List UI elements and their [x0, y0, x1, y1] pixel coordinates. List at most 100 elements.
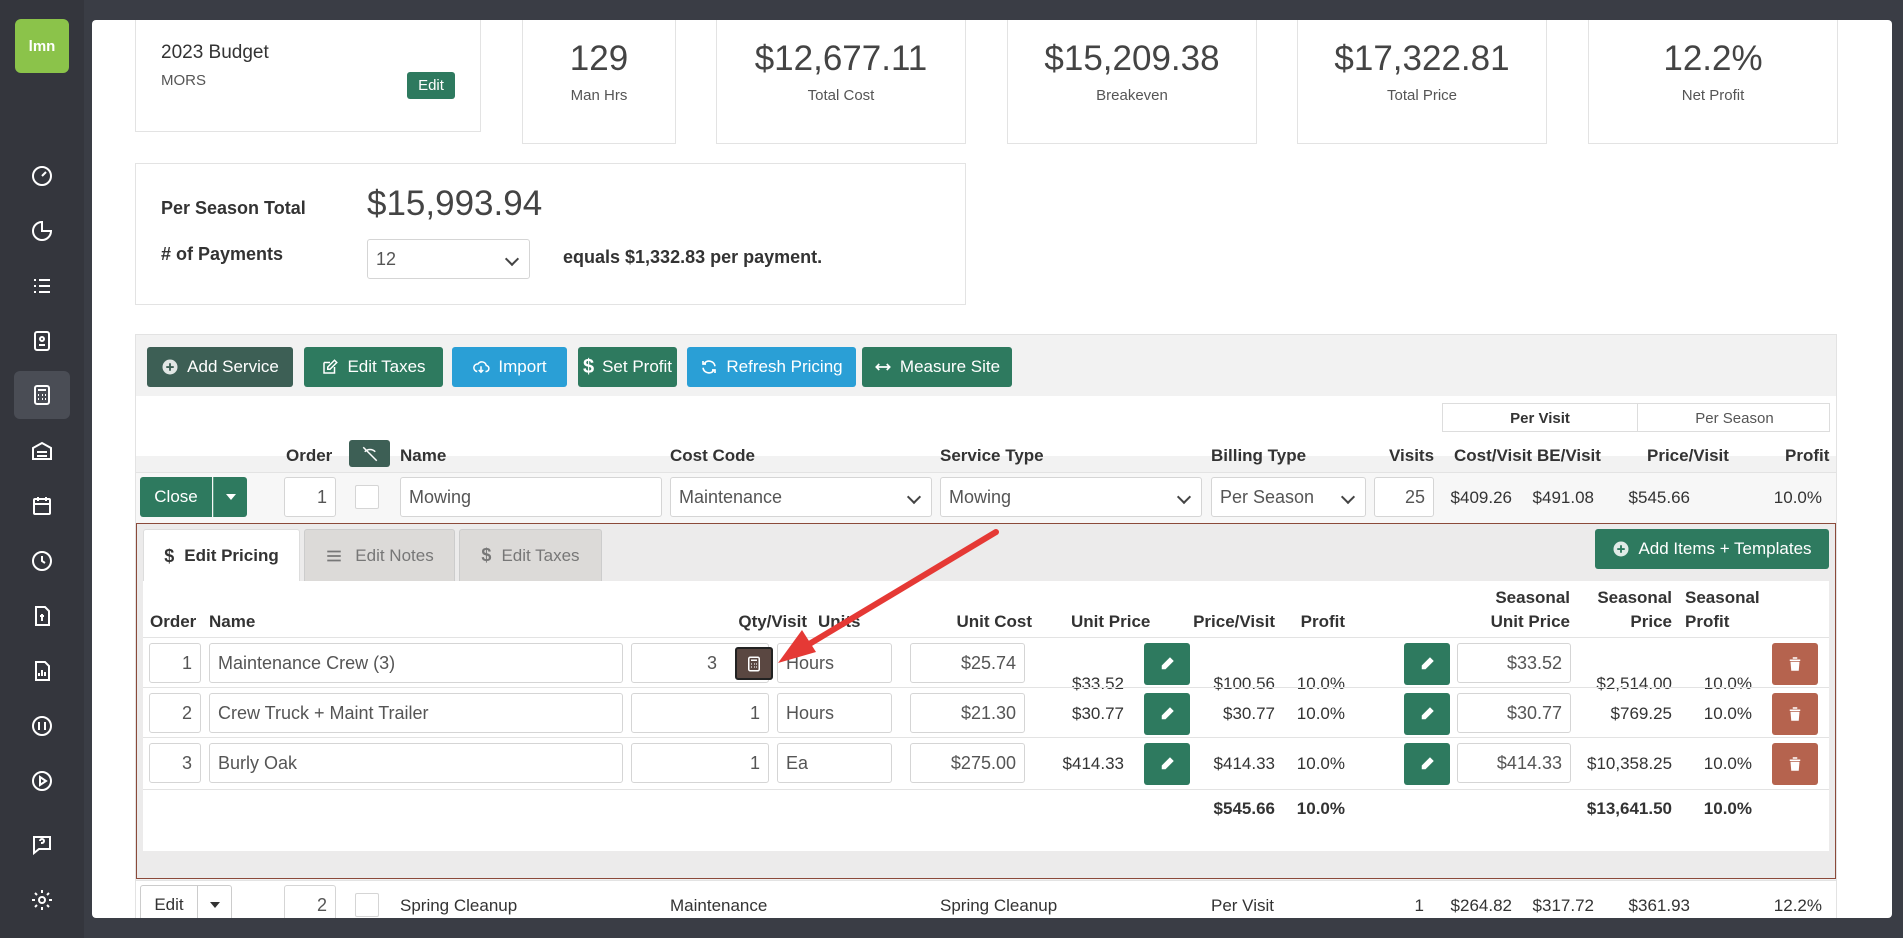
nav-clock-icon[interactable]: [14, 537, 70, 585]
edit-profit-button[interactable]: [1404, 693, 1450, 735]
service-actions-dropdown[interactable]: [198, 885, 232, 918]
trash-icon: [1789, 657, 1801, 671]
calculator-icon: [748, 656, 760, 671]
sidebar: lmn: [0, 0, 84, 938]
item-seasonal-unit-price-input[interactable]: $414.33: [1457, 743, 1571, 783]
view-toggle: Per Visit Per Season: [1442, 403, 1830, 432]
pencil-icon: [1161, 757, 1174, 770]
nav-invoice-icon[interactable]: [14, 592, 70, 640]
nav-list-icon[interactable]: [14, 262, 70, 310]
add-items-templates-button[interactable]: Add Items + Templates: [1595, 529, 1829, 569]
col-be-visit: BE/Visit: [1537, 446, 1601, 465]
service-visits: 1: [1414, 896, 1424, 915]
measure-site-button[interactable]: Measure Site: [862, 347, 1012, 387]
budget-title: 2023 Budget: [161, 42, 269, 63]
service-actions-dropdown[interactable]: [213, 477, 247, 517]
trash-icon: [1789, 757, 1801, 771]
nav-dashboard-icon[interactable]: [14, 152, 70, 200]
set-profit-button[interactable]: $ Set Profit: [578, 347, 677, 387]
nav-warehouse-icon[interactable]: [14, 427, 70, 475]
budget-edit-button[interactable]: Edit: [407, 72, 455, 99]
stat-total-cost: $12,677.11 Total Cost: [716, 20, 966, 144]
stat-value: $12,677.11: [754, 39, 928, 78]
pencil-icon: [1161, 707, 1174, 720]
nav-play-icon[interactable]: [14, 757, 70, 805]
item-seasonal-unit-price-input[interactable]: $33.52: [1457, 643, 1571, 683]
add-service-button[interactable]: Add Service: [147, 347, 293, 387]
billing-type-select[interactable]: Per Season: [1211, 477, 1366, 517]
nav-quickbooks-icon[interactable]: [14, 702, 70, 750]
service-cost-visit: $264.82: [1450, 896, 1512, 915]
tab-edit-taxes[interactable]: $ Edit Taxes: [459, 529, 602, 582]
item-qty-input[interactable]: 1: [631, 743, 769, 783]
edit-taxes-button[interactable]: Edit Taxes: [304, 347, 443, 387]
nav-calendar-icon[interactable]: [14, 482, 70, 530]
pencil-icon: [1421, 657, 1434, 670]
nav-help-icon[interactable]: [14, 821, 70, 869]
item-name-input[interactable]: Maintenance Crew (3): [209, 643, 623, 683]
delete-item-button[interactable]: [1772, 643, 1818, 685]
per-season-toggle[interactable]: Per Season: [1638, 410, 1831, 427]
service-select-checkbox[interactable]: [355, 485, 379, 509]
season-card: Per Season Total $15,993.94 # of Payment…: [135, 163, 966, 305]
close-service-button[interactable]: Close: [140, 477, 212, 517]
payments-select[interactable]: 12: [367, 239, 530, 279]
service-profit: 10.0%: [1773, 488, 1822, 507]
col-name: Name: [400, 446, 447, 465]
item-units-input[interactable]: Ea: [777, 743, 892, 783]
service-select-checkbox[interactable]: [355, 893, 379, 917]
service-type-select[interactable]: Mowing: [940, 477, 1202, 517]
nav-contacts-icon[interactable]: [14, 317, 70, 365]
lmn-logo[interactable]: lmn: [15, 19, 69, 73]
stat-value: 129: [569, 39, 629, 78]
item-units-input[interactable]: Hours: [777, 693, 892, 733]
nav-report-chart-icon[interactable]: [14, 647, 70, 695]
col-cost-code: Cost Code: [670, 446, 755, 465]
service-order-input[interactable]: 1: [284, 477, 336, 517]
tab-edit-pricing[interactable]: $ Edit Pricing: [143, 529, 300, 582]
item-qty-input[interactable]: 1: [631, 693, 769, 733]
nav-calculator-icon[interactable]: [14, 371, 70, 419]
visits-input[interactable]: 25: [1374, 477, 1434, 517]
eye-slash-icon: [362, 446, 377, 461]
import-button[interactable]: Import: [452, 347, 567, 387]
tab-edit-notes[interactable]: Edit Notes: [304, 529, 455, 582]
total-seasonal-price: $13,641.50: [1586, 799, 1672, 818]
nav-reports-pie-icon[interactable]: [14, 207, 70, 255]
edit-profit-button[interactable]: [1404, 643, 1450, 685]
item-order-input[interactable]: 1: [149, 643, 201, 683]
item-unit-cost-input[interactable]: $21.30: [910, 693, 1025, 733]
service-order-input[interactable]: 2: [284, 885, 336, 918]
hide-columns-button[interactable]: [349, 440, 390, 467]
delete-item-button[interactable]: [1772, 743, 1818, 785]
service-price-visit: $361.93: [1628, 896, 1690, 915]
caret-down-icon: [225, 494, 236, 500]
item-col-seasonal-unit-price-2: Unit Price: [1490, 612, 1570, 631]
budget-subtitle: MORS: [161, 72, 206, 89]
nav-settings-gear-icon[interactable]: [14, 876, 70, 924]
item-seasonal-unit-price-input[interactable]: $30.77: [1457, 693, 1571, 733]
item-name-input[interactable]: Burly Oak: [209, 743, 623, 783]
item-unit-cost-input[interactable]: $275.00: [910, 743, 1025, 783]
refresh-pricing-button[interactable]: Refresh Pricing: [687, 347, 856, 387]
refresh-icon: [702, 360, 717, 374]
item-name-input[interactable]: Crew Truck + Maint Trailer: [209, 693, 623, 733]
delete-item-button[interactable]: [1772, 693, 1818, 735]
item-order-input[interactable]: 3: [149, 743, 201, 783]
lines-icon: [327, 550, 342, 561]
payments-label: # of Payments: [161, 244, 284, 264]
edit-service-button[interactable]: Edit: [140, 885, 198, 918]
item-seasonal-profit: 10.0%: [1703, 754, 1752, 773]
cloud-download-icon: [473, 361, 491, 374]
qty-calculator-button[interactable]: [735, 647, 773, 680]
cost-code-select[interactable]: Maintenance: [670, 477, 932, 517]
item-order-input[interactable]: 2: [149, 693, 201, 733]
service-price-visit: $545.66: [1628, 488, 1690, 507]
edit-profit-button[interactable]: [1404, 743, 1450, 785]
col-visits: Visits: [1389, 446, 1435, 465]
stat-breakeven: $15,209.38 Breakeven: [1007, 20, 1257, 144]
per-visit-toggle[interactable]: Per Visit: [1443, 410, 1637, 427]
item-col-seasonal-price: Seasonal: [1597, 588, 1672, 607]
service-name-input[interactable]: Mowing: [400, 477, 662, 517]
col-billing-type: Billing Type: [1211, 446, 1307, 465]
